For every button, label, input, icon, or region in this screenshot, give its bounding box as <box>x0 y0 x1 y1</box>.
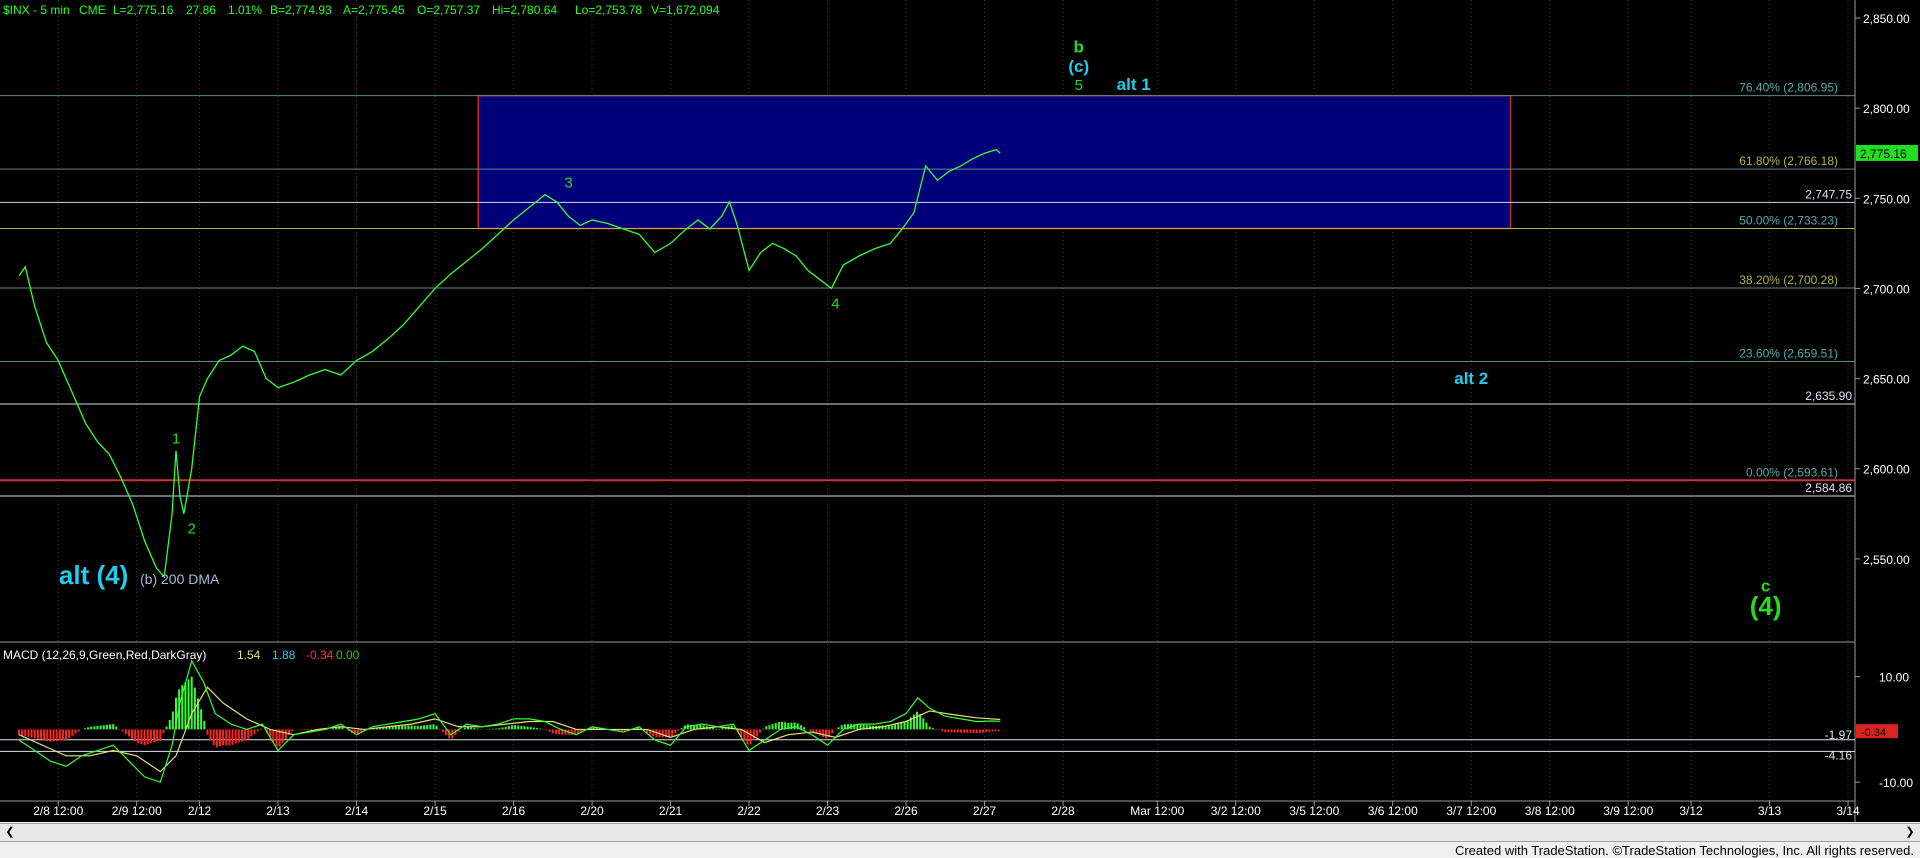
macd-line <box>18 659 1001 783</box>
macd-level-label: -4.16 <box>1825 748 1853 762</box>
level-label: 2,747.75 <box>1805 187 1852 201</box>
time-tick-label: 2/12 <box>188 804 212 818</box>
price-tick-label: 2,650.00 <box>1863 373 1910 387</box>
price-tick-label: 2,800.00 <box>1863 102 1910 116</box>
header-symbol: $INX - 5 min <box>3 3 70 17</box>
macd-header-signal: 1.88 <box>272 648 296 662</box>
macd-tick-label: -10.00 <box>1879 776 1913 790</box>
horizontal-scrollbar[interactable]: ❮ ❯ <box>0 823 1920 842</box>
time-tick-label: 2/15 <box>423 804 447 818</box>
time-axis: 2/8 12:00 2/9 12:00 2/12 2/13 2/14 2/15 2/16 2/… <box>33 801 1860 818</box>
price-tick-label: 2,600.00 <box>1863 463 1910 477</box>
time-tick-label: 2/26 <box>894 804 918 818</box>
macd-header-zero: 0.00 <box>336 648 360 662</box>
wave-label: alt 2 <box>1454 369 1488 388</box>
macd-header-hist: -0.34 <box>306 648 334 662</box>
time-tick-label: 3/12 <box>1679 804 1703 818</box>
fib-label: 76.40% (2,806.95) <box>1739 81 1838 95</box>
wave-label: 1 <box>172 430 180 447</box>
price-tick-label: 2,850.00 <box>1863 12 1910 26</box>
header-vol: V=1,672,094 <box>651 3 720 17</box>
header-last: L=2,775.16 <box>113 3 174 17</box>
price-tick-label: 2,700.00 <box>1863 282 1910 296</box>
header-change: 27.86 <box>186 3 216 17</box>
time-tick-label: Mar 12:00 <box>1130 804 1184 818</box>
time-tick-label: 2/13 <box>266 804 290 818</box>
time-tick-label: 3/13 <box>1758 804 1782 818</box>
time-tick-label: 3/2 12:00 <box>1211 804 1261 818</box>
time-tick-label: 2/16 <box>502 804 526 818</box>
wave-label: 5 <box>1075 77 1083 94</box>
wave-label: alt 1 <box>1117 75 1151 94</box>
level-label: 2,584.86 <box>1805 481 1852 495</box>
price-tick-label: 2,750.00 <box>1863 192 1910 206</box>
fib-label: 61.80% (2,766.18) <box>1739 154 1838 168</box>
macd-tick-label: 10.00 <box>1879 671 1909 685</box>
scroll-right-arrow-icon[interactable]: ❯ <box>1902 824 1918 841</box>
price-tick-label: 2,550.00 <box>1863 553 1910 567</box>
header-open: O=2,757.37 <box>417 3 480 17</box>
wave-label: b <box>1074 37 1084 56</box>
level-label: 2,635.90 <box>1805 389 1852 403</box>
header-ask: A=2,775.45 <box>343 3 405 17</box>
last-price-label: 2,775.16 <box>1860 147 1907 161</box>
time-tick-label: 3/7 12:00 <box>1446 804 1496 818</box>
header-bid: B=2,774.93 <box>270 3 332 17</box>
wave-label: (4) <box>1750 591 1782 621</box>
time-tick-label: 2/14 <box>345 804 369 818</box>
wave-label: 3 <box>564 174 572 191</box>
time-tick-label: 3/6 12:00 <box>1368 804 1418 818</box>
macd-level-label: -1.97 <box>1825 728 1853 742</box>
time-tick-label: 2/9 12:00 <box>112 804 162 818</box>
wave-label: alt (4) <box>59 560 128 590</box>
wave-label: (c) <box>1068 57 1089 76</box>
macd-header-label: MACD (12,26,9,Green,Red,DarkGray) <box>3 648 206 662</box>
time-tick-label: 3/9 12:00 <box>1603 804 1653 818</box>
macd-panel: -1.97 -4.16 10.00 -10.00 -0.34 <box>0 659 1913 790</box>
header-lo: Lo=2,753.78 <box>575 3 642 17</box>
macd-header-value: 1.54 <box>237 648 261 662</box>
fib-label: 50.00% (2,733.23) <box>1739 214 1838 228</box>
dma-label: (b) 200 DMA <box>140 571 220 587</box>
wave-label: 2 <box>188 521 196 538</box>
header-pct: 1.01% <box>228 3 262 17</box>
time-tick-label: 2/27 <box>973 804 997 818</box>
fib-label: 38.20% (2,700.28) <box>1739 273 1838 287</box>
price-chart: 76.40% (2,806.95)61.80% (2,766.18)50.00%… <box>0 0 1918 822</box>
time-tick-label: 2/20 <box>580 804 604 818</box>
macd-hist-marker-label: -0.34 <box>1861 727 1886 739</box>
header-hi: Hi=2,780.64 <box>492 3 557 17</box>
time-tick-label: 2/22 <box>737 804 761 818</box>
fib-label: 0.00% (2,593.61) <box>1746 465 1838 479</box>
time-tick-label: 2/28 <box>1051 804 1075 818</box>
time-tick-label: 2/23 <box>816 804 840 818</box>
time-tick-label: 2/21 <box>659 804 683 818</box>
time-tick-label: 3/5 12:00 <box>1289 804 1339 818</box>
scroll-left-arrow-icon[interactable]: ❮ <box>2 824 18 841</box>
target-zone <box>477 94 1512 230</box>
time-tick-label: 2/8 12:00 <box>33 804 83 818</box>
wave-label: 4 <box>831 295 839 312</box>
time-tick-label: 3/14 <box>1836 804 1860 818</box>
time-tick-label: 3/8 12:00 <box>1525 804 1575 818</box>
header-exchange: CME <box>79 3 106 17</box>
credit-text: Created with TradeStation. ©TradeStation… <box>1454 843 1914 858</box>
fib-label: 23.60% (2,659.51) <box>1739 346 1838 360</box>
